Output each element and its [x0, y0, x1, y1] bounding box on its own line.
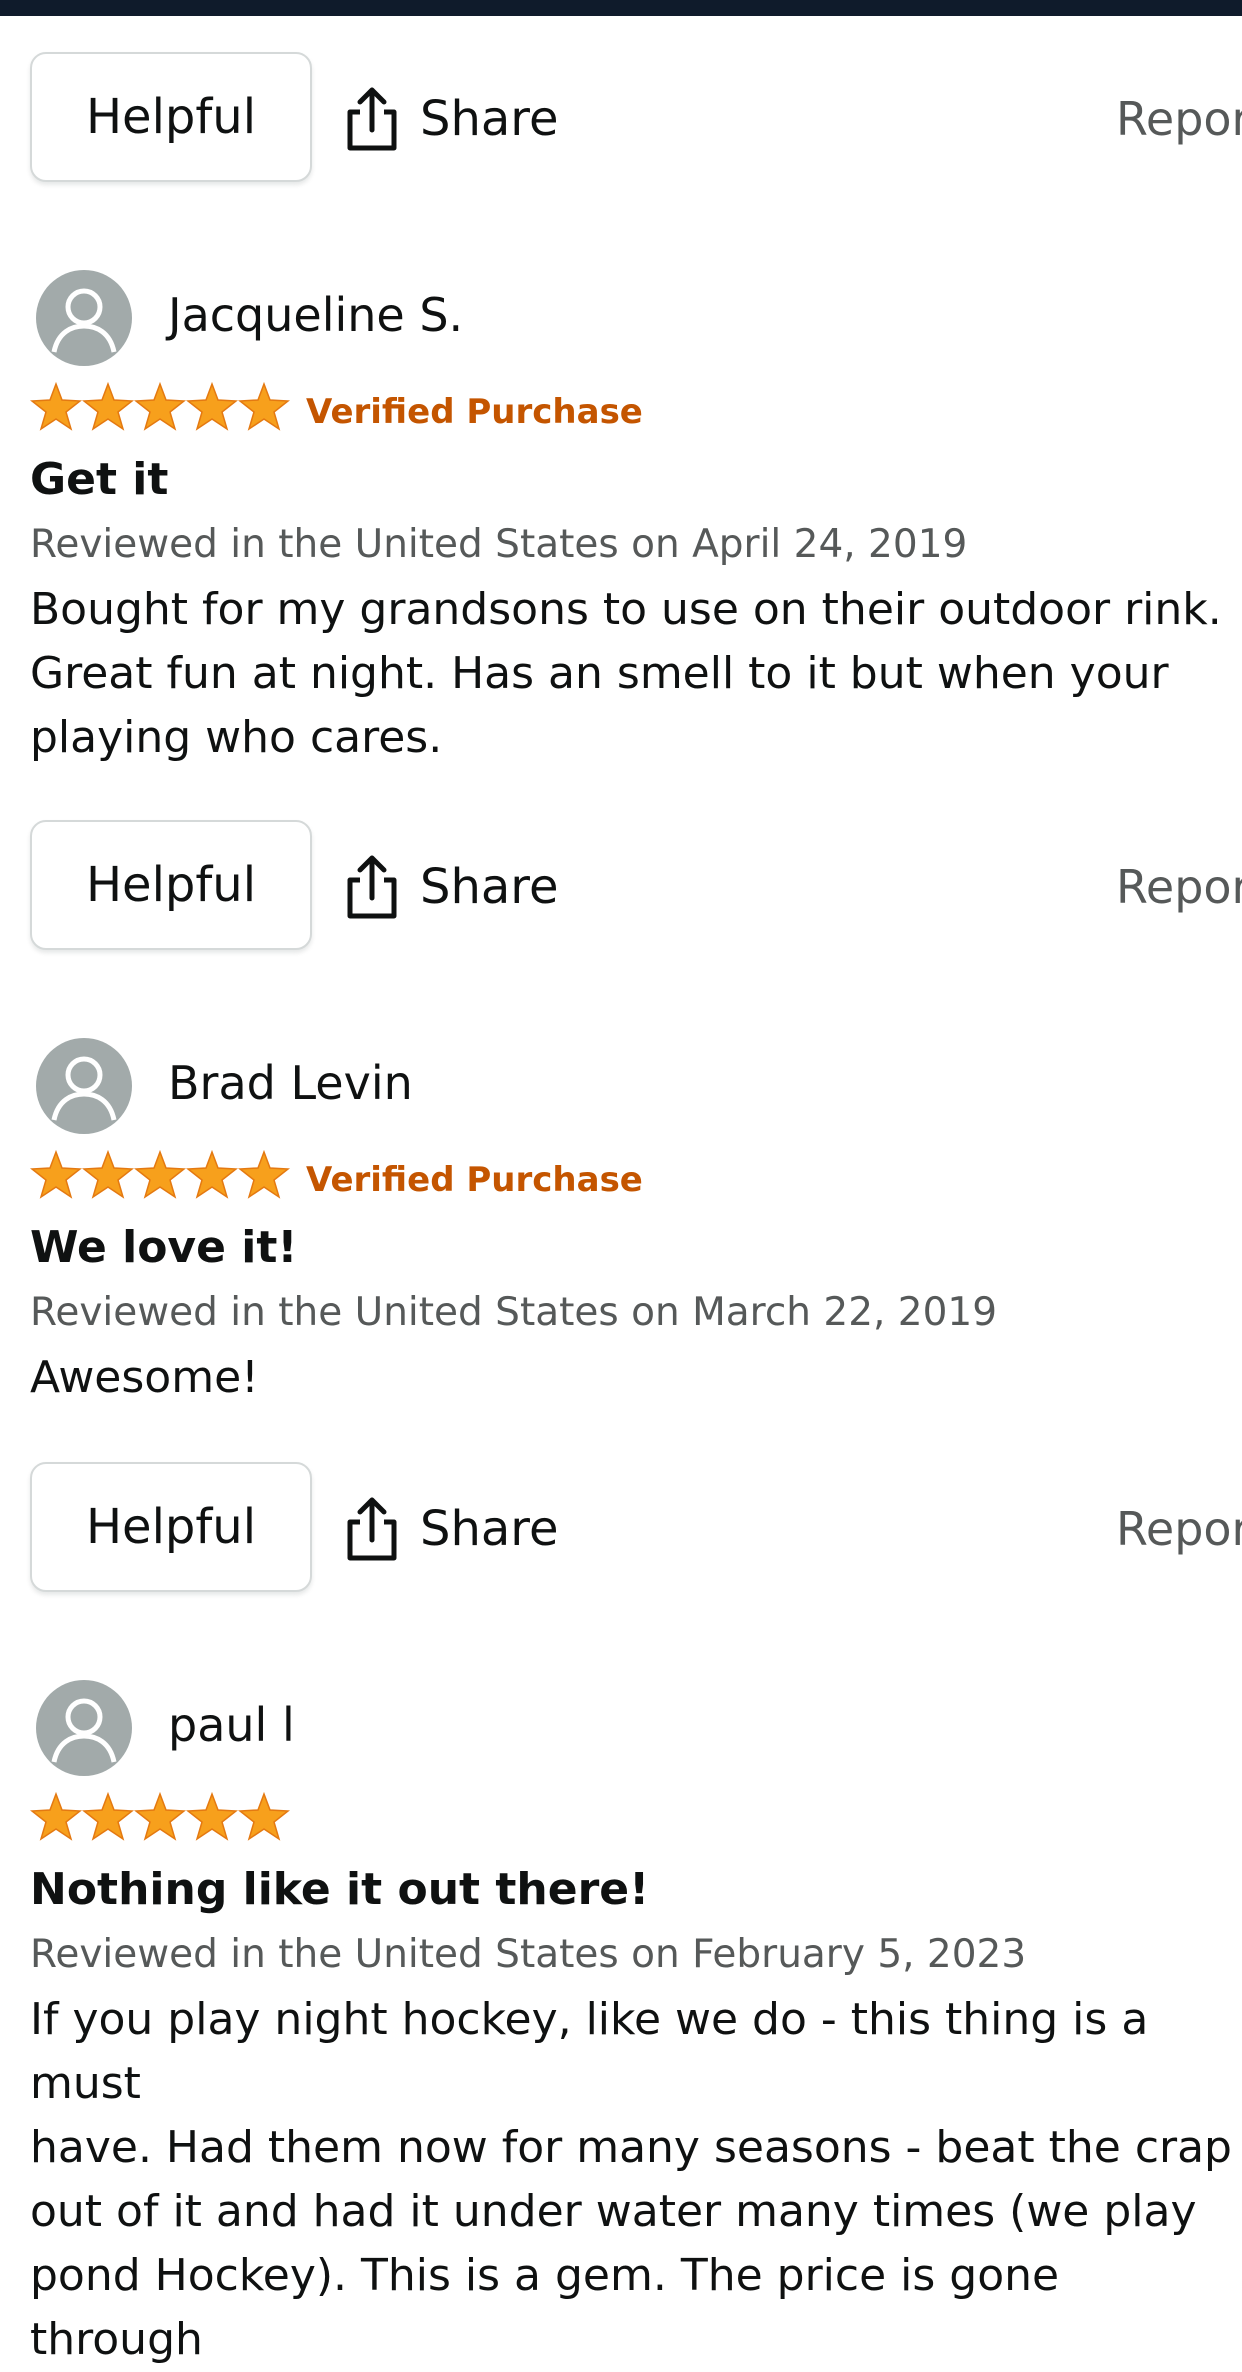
star-rating	[30, 1150, 290, 1200]
user-icon	[51, 288, 117, 353]
star-icon	[82, 382, 134, 431]
helpful-button[interactable]: Helpful	[30, 52, 312, 182]
avatar	[36, 1038, 132, 1134]
review-body: Bought for my grandsons to use on their …	[30, 584, 1222, 763]
share-icon	[347, 87, 397, 151]
star-icon	[186, 1150, 238, 1199]
star-icon	[134, 382, 186, 431]
star-icon	[134, 1792, 186, 1841]
report-link[interactable]: Report	[1116, 92, 1242, 146]
star-icon	[186, 382, 238, 431]
share-button[interactable]: Share	[344, 1492, 559, 1566]
verified-purchase-badge: Verified Purchase	[306, 392, 643, 432]
review-title: Get it	[30, 454, 169, 505]
star-rating	[30, 382, 290, 432]
review-rating: Verified Purchase	[30, 1150, 1130, 1204]
status-bar	[0, 0, 1242, 16]
star-icon	[30, 1150, 82, 1199]
review-author-row: Jacqueline S.	[0, 270, 1242, 366]
star-rating	[30, 1792, 290, 1842]
share-label: Share	[420, 1501, 559, 1557]
report-link[interactable]: Report	[1116, 860, 1242, 914]
star-icon	[238, 1150, 290, 1199]
review-date: Reviewed in the United States on March 2…	[30, 1290, 998, 1335]
review-author-row: Brad Levin	[0, 1038, 1242, 1134]
helpful-button[interactable]: Helpful	[30, 1462, 312, 1592]
review-body: If you play night hockey, like we do - t…	[30, 1994, 1232, 2365]
avatar	[36, 1680, 132, 1776]
star-icon	[30, 1792, 82, 1841]
avatar	[36, 270, 132, 366]
star-icon	[82, 1150, 134, 1199]
review-item: paul l Nothing like it out there! Review…	[0, 1680, 1242, 2365]
share-label: Share	[420, 91, 559, 147]
share-button[interactable]: Share	[344, 850, 559, 924]
review-actions: Helpful Share Report	[0, 52, 1242, 186]
star-icon	[30, 382, 82, 431]
user-icon	[51, 1056, 117, 1121]
review-actions: Helpful Share Report	[0, 1462, 1242, 1596]
review-date: Reviewed in the United States on Februar…	[30, 1932, 1027, 1977]
review-title: Nothing like it out there!	[30, 1864, 650, 1915]
star-icon	[238, 382, 290, 431]
star-icon	[134, 1150, 186, 1199]
share-button[interactable]: Share	[344, 82, 559, 156]
review-rating	[30, 1792, 1130, 1846]
star-icon	[186, 1792, 238, 1841]
review-author[interactable]: Jacqueline S.	[168, 288, 463, 342]
verified-purchase-badge: Verified Purchase	[306, 1160, 643, 1200]
review-item: Brad Levin Verified Purchase We love it!…	[0, 1038, 1242, 1418]
review-author[interactable]: paul l	[168, 1698, 295, 1752]
review-author-row: paul l	[0, 1680, 1242, 1776]
helpful-button[interactable]: Helpful	[30, 820, 312, 950]
review-item: Jacqueline S. Verified Purchase Get it R…	[0, 270, 1242, 770]
star-icon	[238, 1792, 290, 1841]
share-label: Share	[420, 859, 559, 915]
user-icon	[51, 1698, 117, 1763]
review-author[interactable]: Brad Levin	[168, 1056, 413, 1110]
share-icon	[347, 1497, 397, 1561]
review-rating: Verified Purchase	[30, 382, 1130, 436]
review-body: Awesome!	[30, 1352, 259, 1403]
review-date: Reviewed in the United States on April 2…	[30, 522, 968, 567]
review-title: We love it!	[30, 1222, 298, 1273]
share-icon	[347, 855, 397, 919]
star-icon	[82, 1792, 134, 1841]
report-link[interactable]: Report	[1116, 1502, 1242, 1556]
review-actions: Helpful Share Report	[0, 820, 1242, 954]
